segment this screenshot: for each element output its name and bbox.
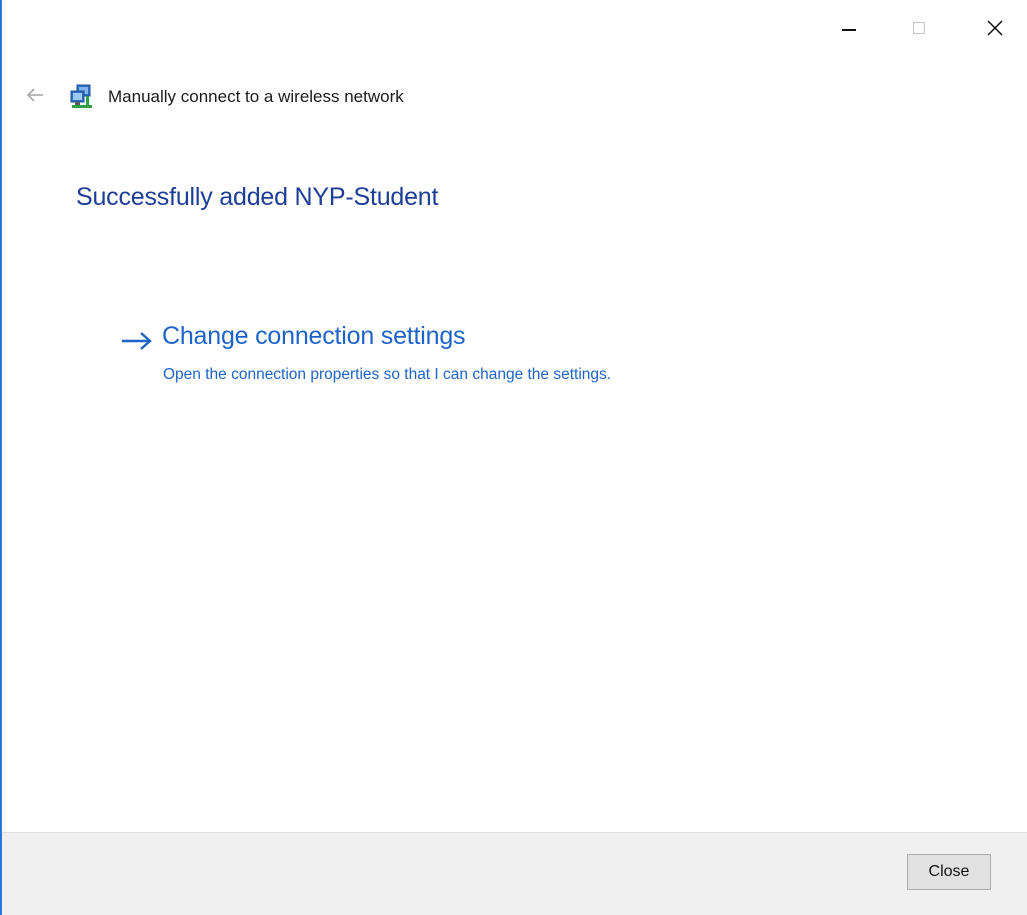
command-link-title: Change connection settings	[162, 322, 466, 350]
close-button[interactable]: Close	[907, 854, 991, 890]
dialog-footer: Close	[2, 832, 1027, 915]
wizard-window: Manually connect to a wireless network S…	[0, 0, 1027, 915]
change-connection-settings-link[interactable]: Change connection settings Open the conn…	[114, 322, 834, 394]
minimize-button[interactable]	[826, 12, 872, 44]
close-x-icon	[987, 20, 1003, 36]
wizard-title: Manually connect to a wireless network	[108, 87, 404, 106]
maximize-button[interactable]	[896, 12, 942, 44]
window-close-button[interactable]	[972, 12, 1018, 44]
back-arrow-icon	[26, 88, 43, 102]
success-heading: Successfully added NYP-Student	[76, 183, 439, 211]
wireless-network-icon	[68, 83, 94, 109]
right-arrow-icon	[122, 332, 152, 350]
command-link-description: Open the connection properties so that I…	[163, 366, 612, 383]
back-button[interactable]	[24, 84, 46, 106]
maximize-icon	[913, 22, 925, 34]
minimize-icon	[842, 29, 856, 31]
